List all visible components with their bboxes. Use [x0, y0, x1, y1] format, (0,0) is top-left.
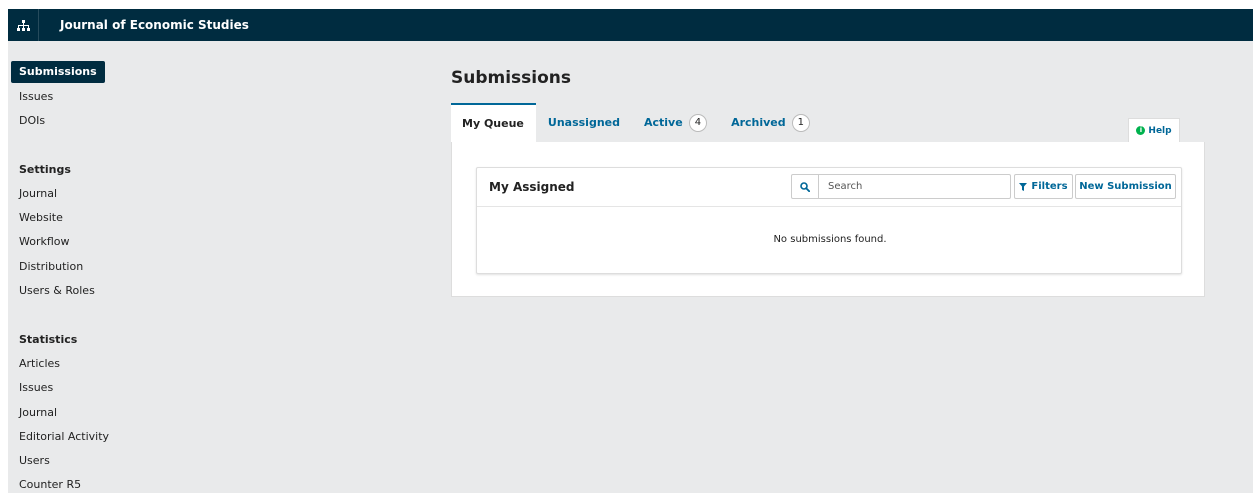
tab-label: Archived: [731, 116, 786, 129]
submissions-list-panel: My Assigned Filters New Submission No su…: [476, 167, 1182, 274]
tab-label: Active: [643, 116, 683, 129]
new-submission-button[interactable]: New Submission: [1075, 174, 1176, 199]
filter-icon: [1019, 182, 1028, 191]
sidebar-item-counter-r5[interactable]: Counter R5: [19, 478, 81, 492]
sidebar-item-dois[interactable]: DOIs: [19, 114, 45, 128]
sitemap-icon[interactable]: [8, 9, 38, 41]
sidebar-heading-statistics: Statistics: [19, 333, 78, 346]
tab-active[interactable]: Active 4: [632, 103, 719, 142]
sidebar-item-users[interactable]: Users: [19, 454, 50, 468]
filters-button[interactable]: Filters: [1014, 174, 1073, 199]
sidebar-item-website[interactable]: Website: [19, 211, 63, 225]
submission-tabs: My Queue Unassigned Active 4 Archived 1: [451, 103, 822, 142]
journal-name-link[interactable]: Journal of Economic Studies: [38, 9, 249, 41]
filters-label: Filters: [1031, 181, 1068, 192]
sidebar-item-submissions[interactable]: Submissions: [11, 61, 105, 83]
info-circle-icon: i: [1136, 126, 1146, 135]
top-header: Journal of Economic Studies: [8, 9, 1253, 41]
page-title: Submissions: [451, 68, 572, 88]
tab-my-queue[interactable]: My Queue: [451, 103, 536, 142]
list-panel-header: My Assigned Filters New Submission: [477, 168, 1181, 207]
search-icon[interactable]: [792, 175, 819, 198]
tab-panel: My Assigned Filters New Submission No su…: [451, 142, 1205, 297]
sidebar-item-stats-journal[interactable]: Journal: [19, 406, 57, 420]
sidebar-item-distribution[interactable]: Distribution: [19, 260, 83, 274]
sidebar-item-workflow[interactable]: Workflow: [19, 235, 70, 249]
search-box: [791, 174, 1011, 199]
search-input[interactable]: [819, 175, 1010, 198]
sidebar-item-articles[interactable]: Articles: [19, 357, 60, 371]
sidebar-item-stats-issues[interactable]: Issues: [19, 381, 53, 395]
tab-archived[interactable]: Archived 1: [719, 103, 822, 142]
app-frame: Journal of Economic Studies Submissions …: [8, 9, 1253, 493]
tab-unassigned[interactable]: Unassigned: [536, 103, 632, 142]
list-title: My Assigned: [489, 180, 575, 194]
sidebar-item-editorial-activity[interactable]: Editorial Activity: [19, 430, 109, 444]
count-badge: 4: [688, 113, 708, 132]
sidebar-heading-settings: Settings: [19, 163, 71, 176]
help-label: Help: [1148, 125, 1172, 136]
help-button[interactable]: i Help: [1128, 118, 1180, 142]
tab-label: Unassigned: [547, 116, 620, 129]
empty-message: No submissions found.: [773, 234, 887, 245]
tab-label: My Queue: [462, 117, 524, 130]
count-badge: 1: [791, 113, 811, 132]
sidebar-item-users-roles[interactable]: Users & Roles: [19, 284, 95, 298]
sidebar-item-settings-journal[interactable]: Journal: [19, 187, 57, 201]
sidebar-item-issues[interactable]: Issues: [19, 90, 53, 104]
